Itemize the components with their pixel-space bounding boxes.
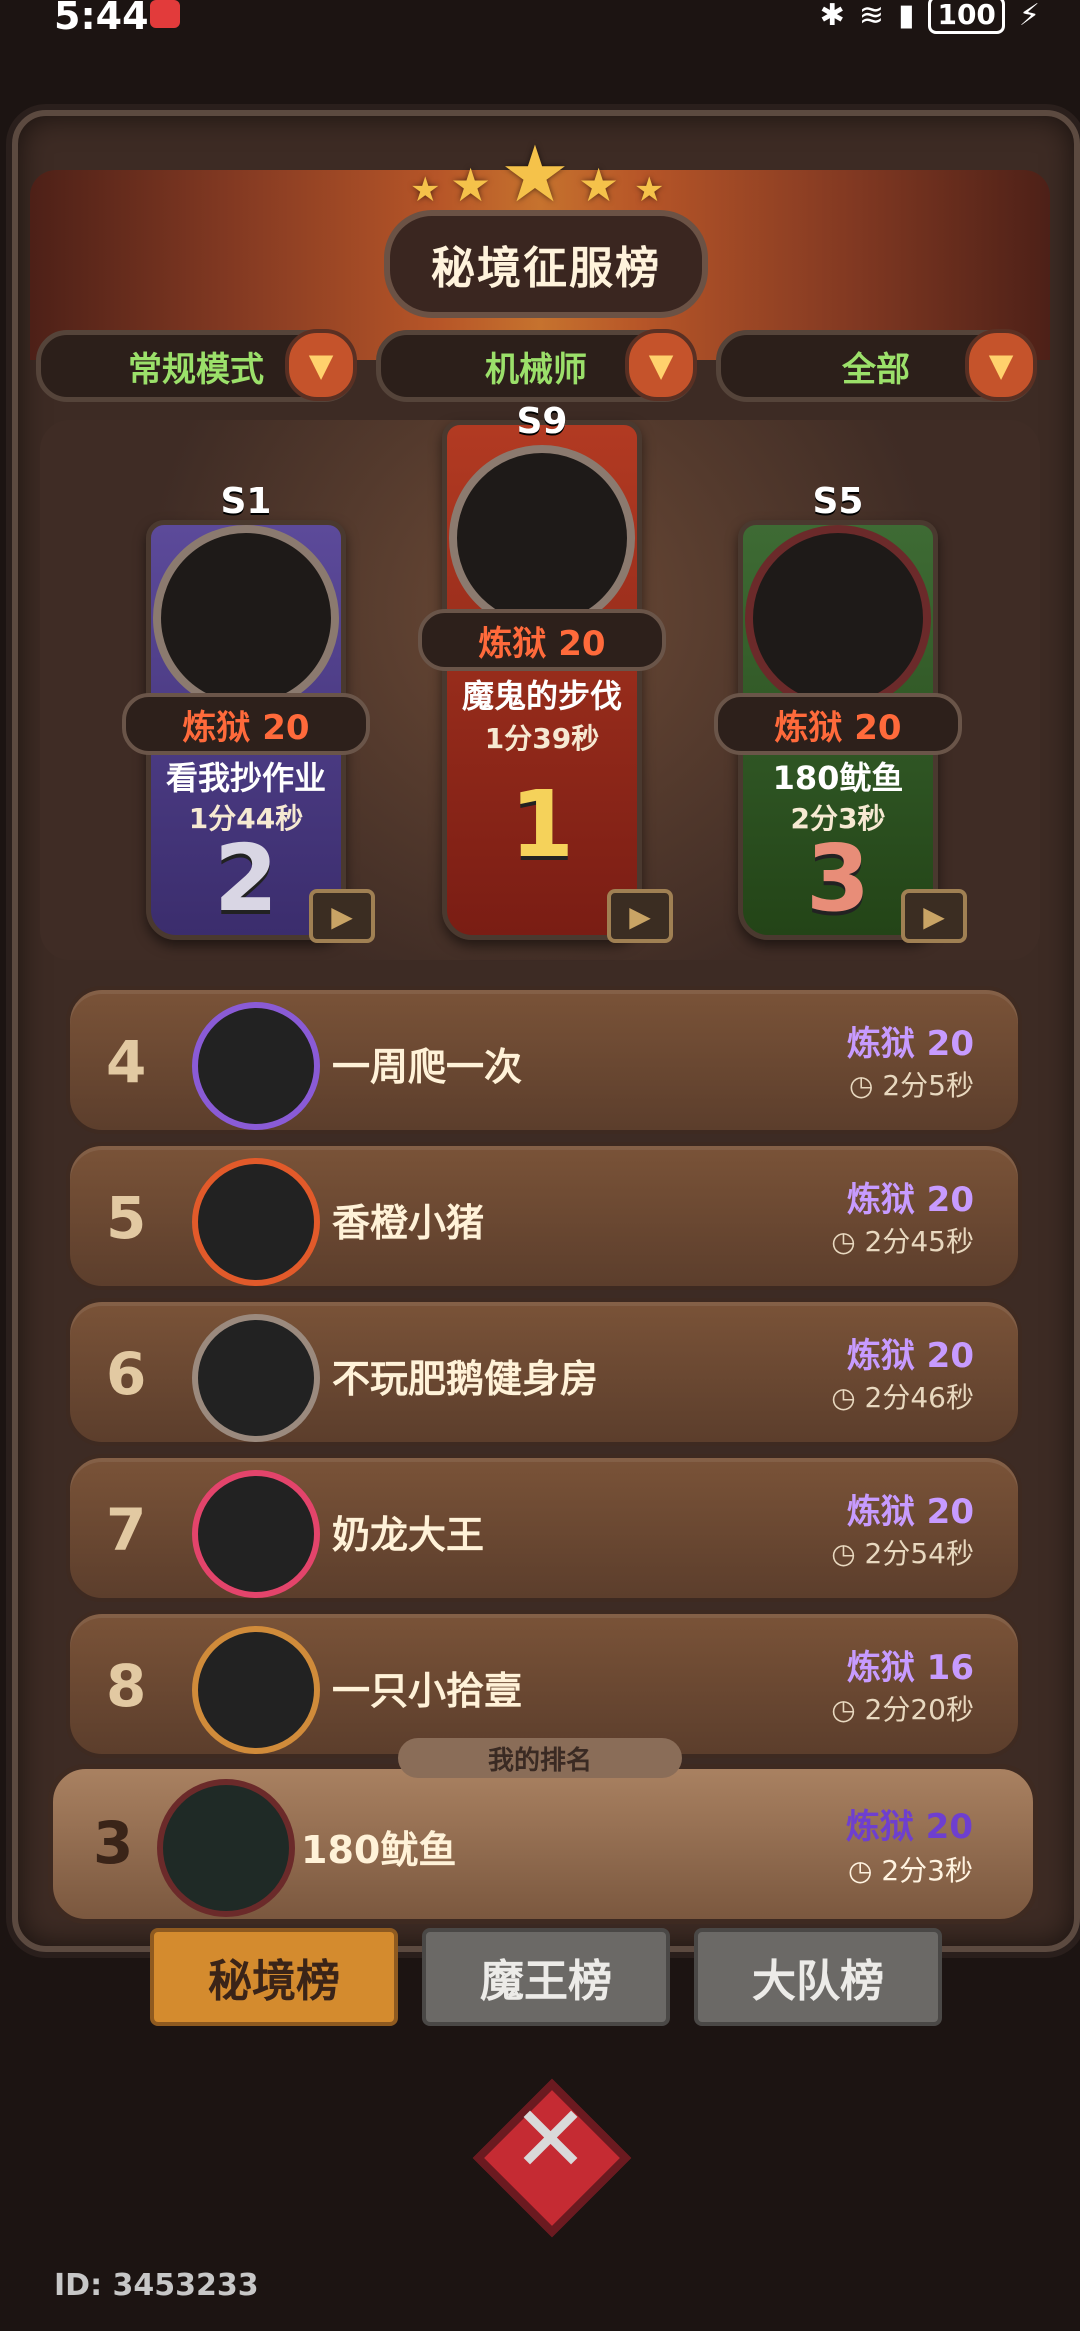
clock-icon: ◷ [831, 1225, 865, 1258]
status-icons: ✱ ≋ ▮ 100 ⚡ [820, 0, 1040, 34]
clock-icon: ◷ [831, 1381, 865, 1414]
list-item[interactable]: 8 一只小拾壹 炼狱 16 ◷ 2分20秒 [66, 1610, 1022, 1758]
player-name: 不玩肥鹅健身房 [332, 1357, 599, 1401]
clear-time: ◷ 2分20秒 [831, 1693, 974, 1726]
avatar [192, 1470, 320, 1598]
avatar [192, 1314, 320, 1442]
video-icon[interactable]: ▶ [901, 889, 967, 943]
list-item[interactable]: 6 不玩肥鹅健身房 炼狱 20 ◷ 2分46秒 [66, 1298, 1022, 1446]
podium-second[interactable]: S1 炼狱 20 看我抄作业 1分44秒 2 ▶ [122, 481, 375, 943]
rank-number: 1 [509, 771, 574, 878]
level-pill: 炼狱 20 [418, 609, 666, 671]
tab-team[interactable]: 大队榜 [694, 1928, 942, 2026]
clock-icon: ◷ [849, 1069, 883, 1102]
star-icon: ★ [634, 170, 665, 210]
avatar [153, 525, 339, 711]
list-item[interactable]: 7 奶龙大王 炼狱 20 ◷ 2分54秒 [66, 1454, 1022, 1602]
clear-time: ◷ 2分45秒 [831, 1225, 974, 1258]
clear-time: ◷ 2分5秒 [849, 1069, 974, 1102]
rank-number: 8 [106, 1652, 147, 1720]
level-text: 炼狱 20 [846, 1336, 974, 1376]
avatar [157, 1779, 295, 1917]
clear-time: ◷ 2分54秒 [831, 1537, 974, 1570]
clear-time: ◷ 2分46秒 [831, 1381, 974, 1414]
list-item[interactable]: 4 一周爬一次 炼狱 20 ◷ 2分5秒 [66, 986, 1022, 1134]
clock-icon: ◷ [831, 1693, 865, 1726]
level-text: 炼狱 20 [846, 1024, 974, 1064]
wifi-icon: ≋ [858, 0, 884, 33]
clock-icon: ◷ [831, 1537, 865, 1570]
clear-time: ◷ 2分3秒 [848, 1854, 973, 1887]
tab-secret-realm[interactable]: 秘境榜 [150, 1928, 398, 2026]
player-name: 香橙小猪 [332, 1201, 485, 1245]
user-id: ID: 3453233 [54, 2268, 259, 2303]
leaderboard-title: 秘境征服榜 [384, 210, 708, 318]
leaderboard-tabs: 秘境榜 魔王榜 大队榜 [150, 1928, 942, 2026]
my-rank-row[interactable]: 3 180鱿鱼 炼狱 20 ◷ 2分3秒 [48, 1764, 1038, 1924]
charging-icon: ⚡ [1018, 0, 1040, 33]
bluetooth-icon: ✱ [819, 0, 845, 33]
player-name: 180鱿鱼 [301, 1828, 457, 1872]
season-badge: S1 [220, 481, 272, 522]
player-name: 奶龙大王 [332, 1513, 485, 1557]
avatar [192, 1626, 320, 1754]
star-icon: ★ [450, 158, 492, 212]
player-name: 180鱿鱼 [772, 759, 904, 797]
huawei-icon [150, 0, 180, 28]
signal-icon: ▮ [897, 0, 915, 33]
star-icon: ★ [410, 170, 441, 210]
clock-icon: ◷ [848, 1854, 882, 1887]
battery-icon: 100 [928, 0, 1005, 34]
rank-number: 6 [106, 1340, 147, 1408]
level-text: 炼狱 20 [846, 1180, 974, 1220]
video-icon[interactable]: ▶ [607, 889, 673, 943]
scope-filter-label: 全部 [842, 349, 910, 390]
season-badge: S9 [516, 401, 568, 442]
status-time: 5:44 [54, 0, 149, 38]
player-name: 魔鬼的步伐 [461, 677, 622, 715]
status-bar: 5:44 ✱ ≋ ▮ 100 ⚡ [0, 0, 1080, 40]
level-text: 炼狱 20 [846, 1492, 974, 1532]
level-text: 炼狱 16 [846, 1648, 974, 1688]
star-icon: ★ [500, 130, 570, 220]
mode-filter[interactable]: 常规模式 ▼ [36, 329, 357, 402]
season-badge: S5 [812, 481, 864, 522]
avatar [745, 525, 931, 711]
chevron-down-icon[interactable]: ▼ [625, 329, 697, 401]
my-rank-tag: 我的排名 [398, 1738, 682, 1778]
avatar [192, 1158, 320, 1286]
scope-filter[interactable]: 全部 ▼ [716, 329, 1037, 402]
mode-filter-label: 常规模式 [128, 349, 264, 390]
rank-number: 7 [106, 1496, 147, 1564]
class-filter-label: 机械师 [485, 349, 587, 390]
level-text: 炼狱 20 [845, 1807, 973, 1847]
player-name: 看我抄作业 [165, 759, 326, 797]
rank-number: 3 [93, 1809, 134, 1877]
rank-number: 5 [106, 1184, 147, 1252]
level-pill: 炼狱 20 [122, 693, 370, 755]
chevron-down-icon[interactable]: ▼ [965, 329, 1037, 401]
podium-third[interactable]: S5 炼狱 20 180鱿鱼 2分3秒 3 ▶ [714, 481, 967, 943]
tab-demon-king[interactable]: 魔王榜 [422, 1928, 670, 2026]
avatar [192, 1002, 320, 1130]
close-icon[interactable]: ✕ [512, 2094, 589, 2186]
level-pill: 炼狱 20 [714, 693, 962, 755]
player-name: 一只小拾壹 [332, 1669, 523, 1713]
class-filter[interactable]: 机械师 ▼ [376, 329, 697, 402]
avatar [449, 445, 635, 631]
star-icon: ★ [578, 158, 620, 212]
player-name: 一周爬一次 [332, 1045, 523, 1089]
video-icon[interactable]: ▶ [309, 889, 375, 943]
podium-first[interactable]: S9 炼狱 20 魔鬼的步伐 1分39秒 1 ▶ [418, 401, 673, 943]
list-item[interactable]: 5 香橙小猪 炼狱 20 ◷ 2分45秒 [66, 1142, 1022, 1290]
chevron-down-icon[interactable]: ▼ [285, 329, 357, 401]
clear-time: 1分39秒 [484, 722, 600, 755]
rank-number: 4 [106, 1028, 147, 1096]
